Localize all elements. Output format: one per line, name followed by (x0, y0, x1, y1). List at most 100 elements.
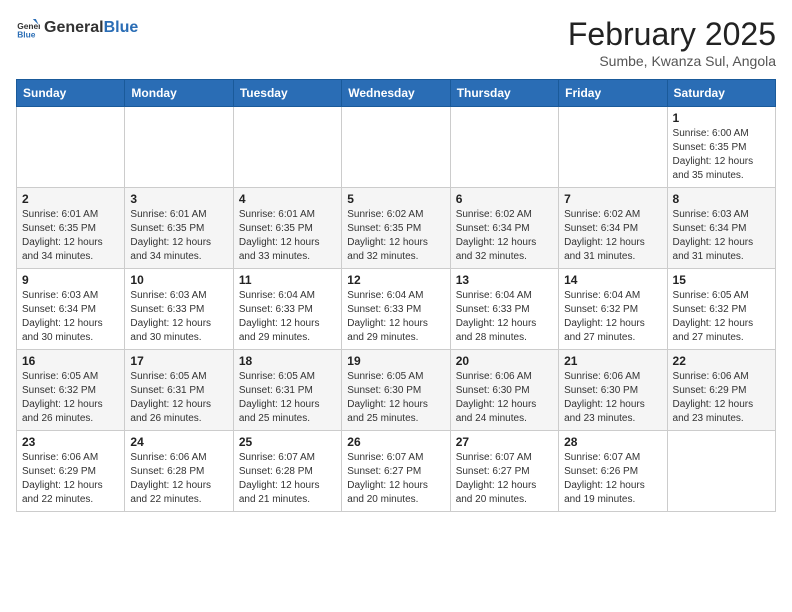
logo-icon: General Blue (16, 16, 40, 40)
day-info: Sunrise: 6:03 AM Sunset: 6:34 PM Dayligh… (673, 208, 770, 264)
day-number: 14 (564, 273, 661, 287)
calendar-cell: 7 Sunrise: 6:02 AM Sunset: 6:34 PM Daylig… (559, 188, 667, 269)
calendar-cell: 21 Sunrise: 6:06 AM Sunset: 6:30 PM Dayli… (559, 350, 667, 431)
day-number: 2 (22, 192, 119, 206)
day-number: 6 (456, 192, 553, 206)
calendar-cell (450, 107, 558, 188)
day-info: Sunrise: 6:05 AM Sunset: 6:32 PM Dayligh… (22, 370, 119, 426)
calendar-cell: 9 Sunrise: 6:03 AM Sunset: 6:34 PM Daylig… (17, 269, 125, 350)
day-of-week-header: Saturday (667, 80, 775, 107)
location-title: Sumbe, Kwanza Sul, Angola (568, 53, 776, 69)
day-number: 13 (456, 273, 553, 287)
calendar-cell: 22 Sunrise: 6:06 AM Sunset: 6:29 PM Dayli… (667, 350, 775, 431)
calendar-cell (667, 431, 775, 512)
day-info: Sunrise: 6:06 AM Sunset: 6:29 PM Dayligh… (22, 451, 119, 507)
day-of-week-header: Thursday (450, 80, 558, 107)
day-number: 10 (130, 273, 227, 287)
svg-text:Blue: Blue (17, 30, 36, 40)
calendar-cell: 16 Sunrise: 6:05 AM Sunset: 6:32 PM Dayli… (17, 350, 125, 431)
day-number: 9 (22, 273, 119, 287)
day-number: 27 (456, 435, 553, 449)
calendar-week-row: 16 Sunrise: 6:05 AM Sunset: 6:32 PM Dayli… (17, 350, 776, 431)
day-info: Sunrise: 6:06 AM Sunset: 6:28 PM Dayligh… (130, 451, 227, 507)
day-number: 22 (673, 354, 770, 368)
calendar-cell: 26Sunrise: 6:07 AM Sunset: 6:27 PM Dayli… (342, 431, 450, 512)
calendar-cell: 28 Sunrise: 6:07 AM Sunset: 6:26 PM Dayli… (559, 431, 667, 512)
day-info: Sunrise: 6:04 AM Sunset: 6:33 PM Dayligh… (456, 289, 553, 345)
day-of-week-header: Tuesday (233, 80, 341, 107)
day-info: Sunrise: 6:01 AM Sunset: 6:35 PM Dayligh… (22, 208, 119, 264)
calendar-week-row: 23 Sunrise: 6:06 AM Sunset: 6:29 PM Dayli… (17, 431, 776, 512)
day-number: 24 (130, 435, 227, 449)
day-info: Sunrise: 6:04 AM Sunset: 6:33 PM Dayligh… (239, 289, 336, 345)
calendar-table: SundayMondayTuesdayWednesdayThursdayFrid… (16, 79, 776, 512)
day-info: Sunrise: 6:01 AM Sunset: 6:35 PM Dayligh… (239, 208, 336, 264)
calendar-cell: 13 Sunrise: 6:04 AM Sunset: 6:33 PM Dayli… (450, 269, 558, 350)
day-number: 28 (564, 435, 661, 449)
day-info: Sunrise: 6:07 AM Sunset: 6:28 PM Dayligh… (239, 451, 336, 507)
calendar-week-row: 2 Sunrise: 6:01 AM Sunset: 6:35 PM Daylig… (17, 188, 776, 269)
day-of-week-header: Sunday (17, 80, 125, 107)
calendar-cell: 2 Sunrise: 6:01 AM Sunset: 6:35 PM Daylig… (17, 188, 125, 269)
day-number: 19 (347, 354, 444, 368)
calendar-cell: 25 Sunrise: 6:07 AM Sunset: 6:28 PM Dayli… (233, 431, 341, 512)
calendar-cell: 27 Sunrise: 6:07 AM Sunset: 6:27 PM Dayli… (450, 431, 558, 512)
day-info: Sunrise: 6:02 AM Sunset: 6:35 PM Dayligh… (347, 208, 444, 264)
day-number: 17 (130, 354, 227, 368)
day-number: 11 (239, 273, 336, 287)
day-info: Sunrise: 6:04 AM Sunset: 6:33 PM Dayligh… (347, 289, 444, 345)
calendar-week-row: 1Sunrise: 6:00 AM Sunset: 6:35 PM Daylig… (17, 107, 776, 188)
day-number: 18 (239, 354, 336, 368)
day-number: 23 (22, 435, 119, 449)
day-info: Sunrise: 6:02 AM Sunset: 6:34 PM Dayligh… (564, 208, 661, 264)
day-info: Sunrise: 6:05 AM Sunset: 6:32 PM Dayligh… (673, 289, 770, 345)
page-header: General Blue GeneralBlue February 2025 S… (16, 16, 776, 69)
day-info: Sunrise: 6:06 AM Sunset: 6:29 PM Dayligh… (673, 370, 770, 426)
calendar-cell: 4 Sunrise: 6:01 AM Sunset: 6:35 PM Daylig… (233, 188, 341, 269)
calendar-cell: 3 Sunrise: 6:01 AM Sunset: 6:35 PM Daylig… (125, 188, 233, 269)
day-of-week-header: Friday (559, 80, 667, 107)
calendar-cell: 17 Sunrise: 6:05 AM Sunset: 6:31 PM Dayli… (125, 350, 233, 431)
calendar-cell (17, 107, 125, 188)
calendar-cell: 1Sunrise: 6:00 AM Sunset: 6:35 PM Daylig… (667, 107, 775, 188)
day-number: 7 (564, 192, 661, 206)
day-info: Sunrise: 6:07 AM Sunset: 6:26 PM Dayligh… (564, 451, 661, 507)
logo-blue: Blue (104, 19, 139, 37)
day-number: 20 (456, 354, 553, 368)
calendar-cell (342, 107, 450, 188)
calendar-cell: 6Sunrise: 6:02 AM Sunset: 6:34 PM Daylig… (450, 188, 558, 269)
day-number: 4 (239, 192, 336, 206)
month-title: February 2025 (568, 16, 776, 53)
calendar-week-row: 9 Sunrise: 6:03 AM Sunset: 6:34 PM Daylig… (17, 269, 776, 350)
day-number: 5 (347, 192, 444, 206)
day-number: 21 (564, 354, 661, 368)
logo: General Blue GeneralBlue (16, 16, 138, 40)
day-info: Sunrise: 6:05 AM Sunset: 6:31 PM Dayligh… (239, 370, 336, 426)
day-info: Sunrise: 6:03 AM Sunset: 6:33 PM Dayligh… (130, 289, 227, 345)
day-info: Sunrise: 6:04 AM Sunset: 6:32 PM Dayligh… (564, 289, 661, 345)
day-number: 8 (673, 192, 770, 206)
day-info: Sunrise: 6:01 AM Sunset: 6:35 PM Dayligh… (130, 208, 227, 264)
calendar-cell: 19Sunrise: 6:05 AM Sunset: 6:30 PM Dayli… (342, 350, 450, 431)
calendar-cell: 12Sunrise: 6:04 AM Sunset: 6:33 PM Dayli… (342, 269, 450, 350)
day-info: Sunrise: 6:03 AM Sunset: 6:34 PM Dayligh… (22, 289, 119, 345)
day-of-week-header: Wednesday (342, 80, 450, 107)
day-number: 1 (673, 111, 770, 125)
calendar-cell: 23 Sunrise: 6:06 AM Sunset: 6:29 PM Dayli… (17, 431, 125, 512)
day-info: Sunrise: 6:06 AM Sunset: 6:30 PM Dayligh… (564, 370, 661, 426)
calendar-cell: 20 Sunrise: 6:06 AM Sunset: 6:30 PM Dayli… (450, 350, 558, 431)
calendar-cell: 15Sunrise: 6:05 AM Sunset: 6:32 PM Dayli… (667, 269, 775, 350)
calendar-cell: 24 Sunrise: 6:06 AM Sunset: 6:28 PM Dayli… (125, 431, 233, 512)
day-info: Sunrise: 6:07 AM Sunset: 6:27 PM Dayligh… (456, 451, 553, 507)
calendar-cell: 10 Sunrise: 6:03 AM Sunset: 6:33 PM Dayli… (125, 269, 233, 350)
calendar-cell (125, 107, 233, 188)
calendar-cell: 8 Sunrise: 6:03 AM Sunset: 6:34 PM Daylig… (667, 188, 775, 269)
day-info: Sunrise: 6:06 AM Sunset: 6:30 PM Dayligh… (456, 370, 553, 426)
day-number: 3 (130, 192, 227, 206)
day-info: Sunrise: 6:05 AM Sunset: 6:31 PM Dayligh… (130, 370, 227, 426)
day-number: 25 (239, 435, 336, 449)
calendar-cell (559, 107, 667, 188)
logo-general: General (44, 19, 104, 37)
day-number: 16 (22, 354, 119, 368)
title-area: February 2025 Sumbe, Kwanza Sul, Angola (568, 16, 776, 69)
